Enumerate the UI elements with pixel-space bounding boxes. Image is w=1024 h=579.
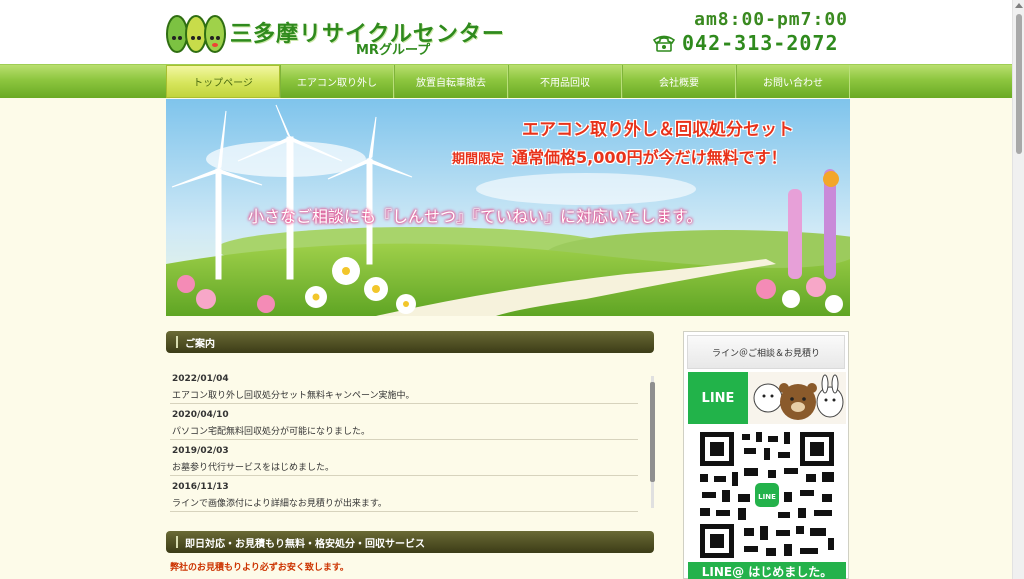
qr-code-icon: LINE bbox=[688, 428, 846, 562]
line-footer-banner[interactable]: LINE@ はじめました。 bbox=[688, 562, 846, 579]
list-item: 2022/01/04 エアコン取り外し回収処分セット無料キャンペーン実施中。 bbox=[170, 368, 638, 404]
news-text[interactable]: ラインで画像添付により詳細なお見積りが出来ます。 bbox=[172, 492, 638, 509]
sidebar-heading: ライン＠ご相談＆お見積り bbox=[687, 335, 845, 369]
news-heading: ご案内 bbox=[185, 338, 215, 350]
phone-number[interactable]: 042-313-2072 bbox=[682, 31, 839, 55]
promo-tag: 期間限定 bbox=[452, 152, 505, 167]
news-text[interactable]: エアコン取り外し回収処分セット無料キャンペーン実施中。 bbox=[172, 384, 638, 401]
services-heading-bar: 即日対応・お見積もり無料・格安処分・回収サービス bbox=[166, 531, 654, 553]
services-intro: 弊社のお見積もりより必ずお安く致します。 bbox=[170, 563, 349, 573]
nav-item-company[interactable]: 会社概要 bbox=[622, 65, 736, 98]
page-scrollbar[interactable] bbox=[1012, 0, 1024, 579]
main-nav: トップページ エアコン取り外し 放置自転車撤去 不用品回収 会社概要 お問い合わ… bbox=[0, 64, 1012, 98]
news-text[interactable]: パソコン宅配無料回収処分が可能になりました。 bbox=[172, 420, 638, 437]
news-date: 2020/04/10 bbox=[172, 410, 229, 420]
nav-item-top[interactable]: トップページ bbox=[166, 65, 280, 98]
news-date: 2022/01/04 bbox=[172, 374, 229, 384]
news-date: 2019/02/03 bbox=[172, 446, 229, 456]
heading-marker bbox=[176, 536, 178, 548]
business-hours: am8:00-pm7:00 bbox=[694, 9, 848, 30]
news-date: 2016/11/13 bbox=[172, 482, 229, 492]
line-characters-icon bbox=[748, 372, 846, 424]
mascot-logo-icon[interactable] bbox=[166, 12, 226, 54]
list-item: 2020/04/10 パソコン宅配無料回収処分が可能になりました。 bbox=[170, 404, 638, 440]
site-header: 三多摩リサイクルセンター MRグループ am8:00-pm7:00 042-31… bbox=[0, 0, 1012, 64]
news-heading-bar: ご案内 bbox=[166, 331, 654, 353]
nav-item-bicycle-removal[interactable]: 放置自転車撤去 bbox=[394, 65, 508, 98]
banner-tagline: 小さなご相談にも『しんせつ』『ていねい』に対応いたします。 bbox=[248, 207, 703, 226]
promo-title: エアコン取り外し＆回収処分セット bbox=[522, 120, 794, 140]
list-item: 2019/02/03 お墓参り代行サービスをはじめました。 bbox=[170, 440, 638, 476]
news-text[interactable]: お墓参り代行サービスをはじめました。 bbox=[172, 456, 638, 473]
line-logo: LINE bbox=[688, 372, 748, 424]
phone-contact: 042-313-2072 bbox=[652, 31, 848, 55]
line-banner[interactable]: LINE bbox=[688, 372, 846, 424]
telephone-icon bbox=[652, 35, 676, 52]
line-qr-code[interactable]: LINE bbox=[688, 428, 846, 579]
scroll-up-arrow-icon[interactable] bbox=[1015, 3, 1023, 8]
nav-item-contact[interactable]: お問い合わせ bbox=[736, 65, 850, 98]
news-scrollbar[interactable] bbox=[649, 376, 656, 508]
hero-banner[interactable]: エアコン取り外し＆回収処分セット 期間限定 通常価格5,000円が今だけ無料です！… bbox=[166, 99, 850, 316]
news-panel[interactable]: 2022/01/04 エアコン取り外し回収処分セット無料キャンペーン実施中。 2… bbox=[170, 368, 656, 513]
nav-item-junk-collection[interactable]: 不用品回収 bbox=[508, 65, 622, 98]
news-list: 2022/01/04 エアコン取り外し回収処分セット無料キャンペーン実施中。 2… bbox=[170, 368, 638, 512]
site-subtitle: MRグループ bbox=[356, 43, 431, 58]
promo-main-text: 通常価格5,000円が今だけ無料です！ bbox=[512, 148, 787, 167]
line-sidebar: ライン＠ご相談＆お見積り LINE LINE LINE@ はじめました。 bbox=[683, 331, 849, 579]
nav-items: トップページ エアコン取り外し 放置自転車撤去 不用品回収 会社概要 お問い合わ… bbox=[166, 65, 850, 98]
qr-center-mark: LINE bbox=[758, 493, 776, 501]
page-scroll-thumb[interactable] bbox=[1016, 14, 1022, 154]
promo-offer: 期間限定 通常価格5,000円が今だけ無料です！ bbox=[452, 144, 787, 168]
list-item: 2016/11/13 ラインで画像添付により詳細なお見積りが出来ます。 bbox=[170, 476, 638, 512]
nav-item-aircon-removal[interactable]: エアコン取り外し bbox=[280, 65, 394, 98]
services-heading: 即日対応・お見積もり無料・格安処分・回収サービス bbox=[185, 538, 425, 550]
heading-marker bbox=[176, 336, 178, 348]
news-scroll-thumb[interactable] bbox=[650, 382, 655, 482]
